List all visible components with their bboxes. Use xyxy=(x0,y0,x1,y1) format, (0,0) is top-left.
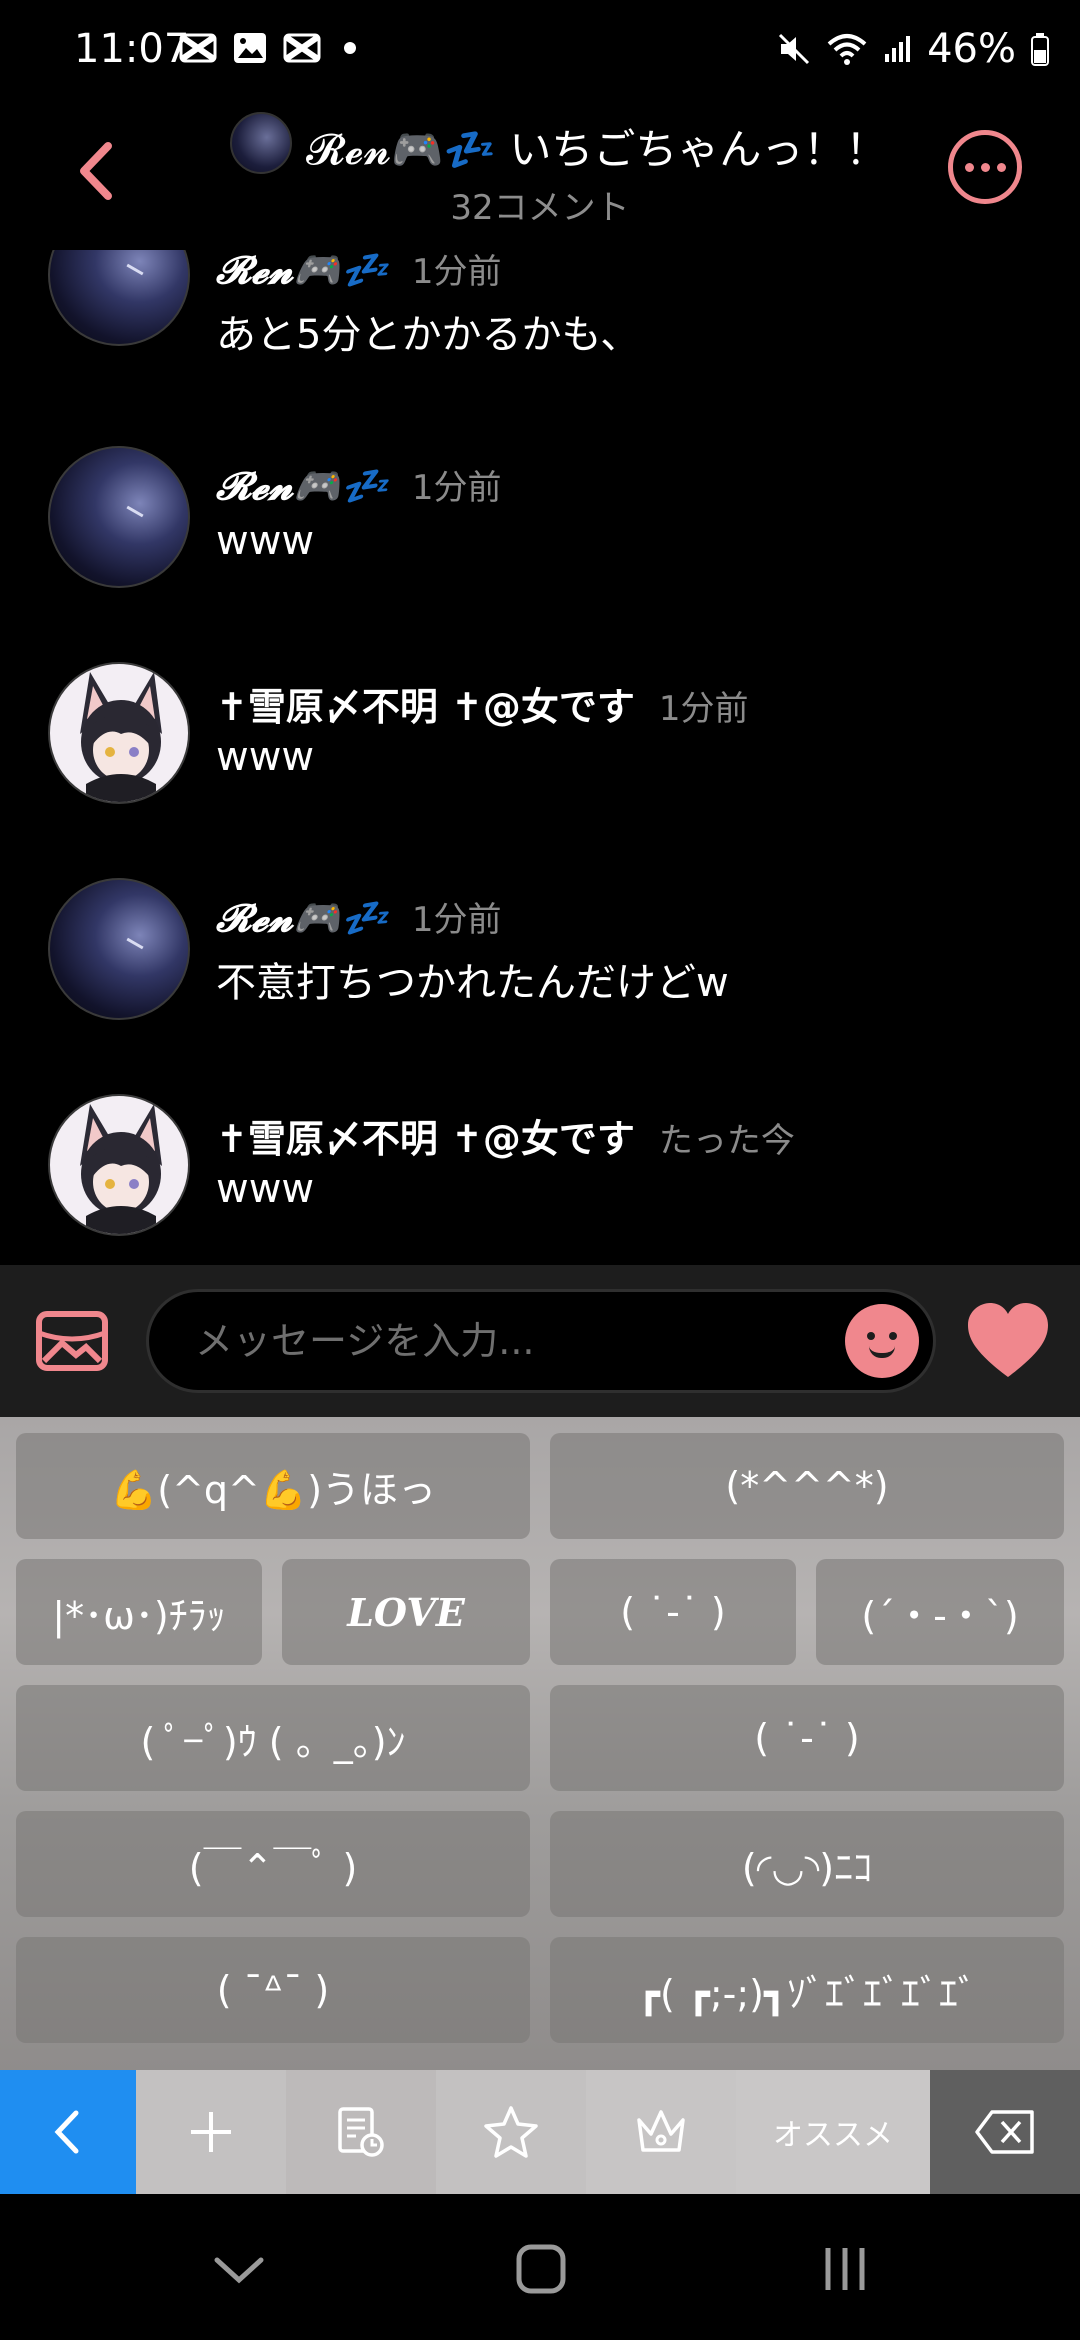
comment-item: 𝓡𝓮𝓷🎮💤 1分前 不意打ちつかれたんだけどw xyxy=(0,878,1080,1072)
backspace-button[interactable] xyxy=(930,2070,1080,2194)
kaomoji-key[interactable]: (￣⌃￣ﾟ ) xyxy=(16,1811,530,1917)
notification-icons xyxy=(178,30,356,66)
comment-count: 32コメント xyxy=(450,188,630,228)
favorites-tab[interactable] xyxy=(436,2070,586,2194)
nav-hide-keyboard-button[interactable] xyxy=(194,2234,284,2304)
capcut-icon xyxy=(178,30,218,66)
more-options-button[interactable] xyxy=(948,130,1022,204)
message-input[interactable] xyxy=(193,1292,813,1390)
kaomoji-key[interactable]: LOVE xyxy=(282,1559,530,1665)
room-title: 𝓡𝓮𝓷🎮💤 いちごちゃんっ！！ xyxy=(306,125,888,174)
kaomoji-key[interactable]: (´・-・`) xyxy=(816,1559,1064,1665)
anime-character-icon xyxy=(80,672,162,802)
anime-character-icon xyxy=(80,1104,162,1234)
comment-text: www xyxy=(216,518,315,564)
message-input-wrapper xyxy=(146,1289,936,1393)
comment-text: あと5分とかかるかも、 xyxy=(216,312,641,358)
comment-list[interactable]: 𝓡𝓮𝓷🎮💤 1分前 あと5分とかかるかも、 𝓡𝓮𝓷🎮💤 1分前 www ✝雪原〆不明… xyxy=(0,250,1080,1265)
wifi-icon xyxy=(827,34,867,65)
comment-item: ✝雪原〆不明 ✝@女です 1分前 www xyxy=(0,662,1080,856)
dot xyxy=(964,162,974,172)
kaomoji-key[interactable]: |*･ω･)ﾁﾗｯ xyxy=(16,1559,262,1665)
avatar[interactable] xyxy=(48,662,190,804)
add-kaomoji-button[interactable] xyxy=(136,2070,286,2194)
comment-time: 1分前 xyxy=(411,252,502,292)
crown-icon xyxy=(637,2110,685,2152)
mute-icon xyxy=(779,33,810,65)
kaomoji-key[interactable]: (*^^^*) xyxy=(550,1433,1064,1539)
kaomoji-keyboard: 💪(^q^💪)うほっ (*^^^*) |*･ω･)ﾁﾗｯ LOVE ( ˙-˙ … xyxy=(0,1417,1080,2070)
history-icon xyxy=(338,2107,384,2157)
avatar[interactable] xyxy=(48,878,190,1020)
like-button[interactable] xyxy=(966,1301,1050,1381)
comment-text: www xyxy=(216,1166,315,1212)
ranking-tab[interactable] xyxy=(586,2070,736,2194)
comment-item: ✝雪原〆不明 ✝@女です たった今 www xyxy=(0,1094,1080,1265)
avatar[interactable] xyxy=(48,446,190,588)
comment-item: 𝓡𝓮𝓷🎮💤 1分前 あと5分とかかるかも、 xyxy=(0,250,1080,424)
nav-recents-button[interactable] xyxy=(800,2234,890,2304)
dot xyxy=(996,162,1006,172)
plus-icon xyxy=(191,2112,231,2152)
image-icon xyxy=(36,1311,108,1371)
comment-author[interactable]: ✝雪原〆不明 ✝@女です たった今 xyxy=(216,1108,795,1163)
kaomoji-key[interactable]: ┏( ┏;-;)┓ｿﾞｴﾞｴﾞｴﾞｴﾞ xyxy=(550,1937,1064,2043)
comment-author[interactable]: ✝雪原〆不明 ✝@女です 1分前 xyxy=(216,676,749,731)
comment-text: 不意打ちつかれたんだけどw xyxy=(216,960,729,1006)
smiley-icon xyxy=(869,1346,895,1358)
nav-home-button[interactable] xyxy=(496,2234,586,2304)
comment-time: 1分前 xyxy=(658,689,749,729)
dot xyxy=(980,162,990,172)
recommend-tab[interactable]: オススメ xyxy=(736,2070,930,2194)
signal-icon xyxy=(885,36,911,62)
comment-item: 𝓡𝓮𝓷🎮💤 1分前 www xyxy=(0,446,1080,640)
message-composer xyxy=(0,1265,1080,1417)
comment-time: たった今 xyxy=(658,1121,795,1161)
home-icon xyxy=(516,2244,566,2294)
kaomoji-key[interactable]: ( ﾟ−ﾟ)ｳ ( 。_。)ﾝ xyxy=(16,1685,530,1791)
gallery-icon xyxy=(230,30,270,66)
room-avatar[interactable] xyxy=(230,112,292,174)
kaomoji-key[interactable]: ( ¯ᐞ¯ ) xyxy=(16,1937,530,2043)
chevron-down-icon xyxy=(214,2257,264,2284)
avatar[interactable] xyxy=(48,1094,190,1236)
recents-icon xyxy=(825,2248,865,2290)
kaomoji-key[interactable]: ( ˙-˙ ) xyxy=(550,1559,796,1665)
image-attach-button[interactable] xyxy=(36,1311,108,1371)
comment-author[interactable]: 𝓡𝓮𝓷🎮💤 1分前 xyxy=(216,460,502,509)
comment-time: 1分前 xyxy=(411,900,502,940)
kaomoji-button[interactable] xyxy=(845,1304,919,1378)
avatar[interactable] xyxy=(48,250,190,346)
battery-icon xyxy=(1031,33,1049,66)
system-nav-bar xyxy=(0,2194,1080,2340)
status-time: 11:07 xyxy=(74,26,190,72)
keyboard-toolbar: オススメ xyxy=(0,2070,1080,2194)
kaomoji-key[interactable]: (◜◡◝)ﾆｺ xyxy=(550,1811,1064,1917)
system-icons: 46% xyxy=(777,26,1050,72)
star-icon xyxy=(484,2106,538,2158)
chevron-left-icon xyxy=(54,2110,79,2154)
capcut-icon-2 xyxy=(282,30,322,66)
kaomoji-key[interactable]: ( ˙-˙ ) xyxy=(550,1685,1064,1791)
keyboard-back-button[interactable] xyxy=(0,2070,136,2194)
comment-author[interactable]: 𝓡𝓮𝓷🎮💤 1分前 xyxy=(216,250,502,293)
heart-icon xyxy=(968,1303,1048,1377)
more-notifications-dot xyxy=(344,42,356,54)
comment-author[interactable]: 𝓡𝓮𝓷🎮💤 1分前 xyxy=(216,892,502,941)
status-bar: 11:07 46% xyxy=(0,0,1080,100)
kaomoji-key[interactable]: 💪(^q^💪)うほっ xyxy=(16,1433,530,1539)
history-tab[interactable] xyxy=(286,2070,436,2194)
battery-percent: 46% xyxy=(927,26,1016,72)
comment-text: www xyxy=(216,734,315,780)
chat-header: 𝓡𝓮𝓷🎮💤 いちごちゃんっ！！ 32コメント xyxy=(0,100,1080,250)
comment-time: 1分前 xyxy=(411,468,502,508)
backspace-icon xyxy=(975,2110,1034,2154)
